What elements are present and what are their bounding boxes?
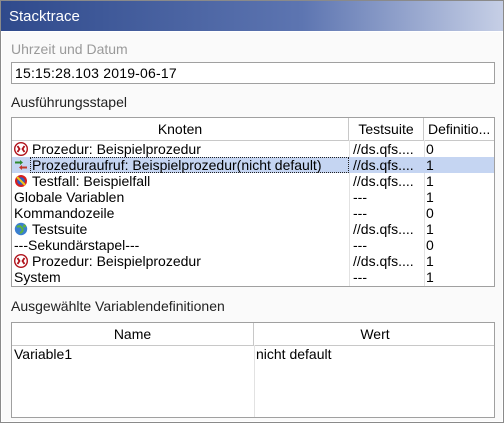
definition-cell: 0 [426,141,434,157]
testsuite-icon [14,222,28,236]
testsuite-cell: //ds.qfs.... [353,173,414,189]
column-header-knoten[interactable]: Knoten [12,118,349,140]
testcase-icon [14,174,28,188]
knoten-cell: ---Sekundärstapel--- [14,237,140,253]
definition-cell: 1 [426,269,434,285]
testsuite-cell: //ds.qfs.... [353,141,414,157]
stack-row[interactable]: Testsuite //ds.qfs.... 1 [12,221,494,237]
definition-cell: 1 [426,253,434,269]
knoten-cell: Prozedur: Beispielprozedur [32,253,201,269]
knoten-cell: Prozeduraufruf: Beispielprozedur(nicht d… [32,157,322,173]
definition-cell: 1 [426,221,434,237]
column-header-name[interactable]: Name [12,323,254,345]
knoten-cell: Testsuite [32,221,88,237]
execution-stack-table[interactable]: Knoten Testsuite Definitio... Prozedur: … [11,117,495,287]
datetime-field[interactable]: 15:15:28.103 2019-06-17 [11,62,495,84]
definition-cell: 0 [426,205,434,221]
column-header-wert[interactable]: Wert [254,323,494,345]
variable-value-cell: nicht default [256,346,332,362]
stack-row[interactable]: Kommandozeile --- 0 [12,205,494,221]
testsuite-cell: --- [353,205,367,221]
stack-row[interactable]: Testfall: Beispielfall //ds.qfs.... 1 [12,173,494,189]
window-title: Stacktrace [9,8,80,25]
variable-name-cell: Variable1 [14,346,73,362]
testsuite-cell: --- [353,237,367,253]
datetime-value: 15:15:28.103 2019-06-17 [15,65,177,81]
testsuite-cell: //ds.qfs.... [353,157,414,173]
stacktrace-window: Stacktrace Uhrzeit und Datum 15:15:28.10… [0,0,504,423]
stack-row[interactable]: Prozedur: Beispielprozedur //ds.qfs.... 0 [12,141,494,157]
content-panel: Uhrzeit und Datum 15:15:28.103 2019-06-1… [2,32,502,421]
column-header-testsuite[interactable]: Testsuite [349,118,424,140]
datetime-label: Uhrzeit und Datum [11,41,128,57]
knoten-cell: System [14,269,61,285]
title-bar[interactable]: Stacktrace [1,1,503,31]
execution-stack-label: Ausführungsstapel [11,94,127,110]
stack-row[interactable]: ---Sekundärstapel--- --- 0 [12,237,494,253]
definition-cell: 1 [426,189,434,205]
variables-label: Ausgewählte Variablendefinitionen [11,298,225,314]
stack-table-header: Knoten Testsuite Definitio... [12,118,494,141]
procedure-icon [13,253,29,269]
testsuite-cell: //ds.qfs.... [353,253,414,269]
stack-row[interactable]: Prozedur: Beispielprozedur //ds.qfs.... 1 [12,253,494,269]
variable-row[interactable]: Variable1 nicht default [12,346,494,362]
stack-row[interactable]: Prozeduraufruf: Beispielprozedur(nicht d… [12,157,494,173]
stack-row[interactable]: System --- 1 [12,269,494,285]
variables-table-header: Name Wert [12,323,494,346]
testsuite-cell: //ds.qfs.... [353,221,414,237]
definition-cell: 0 [426,237,434,253]
procedure-call-icon [14,158,28,172]
knoten-cell: Testfall: Beispielfall [32,173,151,189]
knoten-cell: Kommandozeile [14,205,115,221]
testsuite-cell: --- [353,269,367,285]
knoten-cell: Prozedur: Beispielprozedur [32,141,201,157]
variables-table[interactable]: Name Wert Variable1 nicht default [11,322,495,418]
knoten-cell: Globale Variablen [14,189,125,205]
definition-cell: 1 [426,157,434,173]
definition-cell: 1 [426,173,434,189]
stack-row[interactable]: Globale Variablen --- 1 [12,189,494,205]
procedure-icon [13,141,29,157]
column-header-definition[interactable]: Definitio... [424,118,494,140]
testsuite-cell: --- [353,189,367,205]
